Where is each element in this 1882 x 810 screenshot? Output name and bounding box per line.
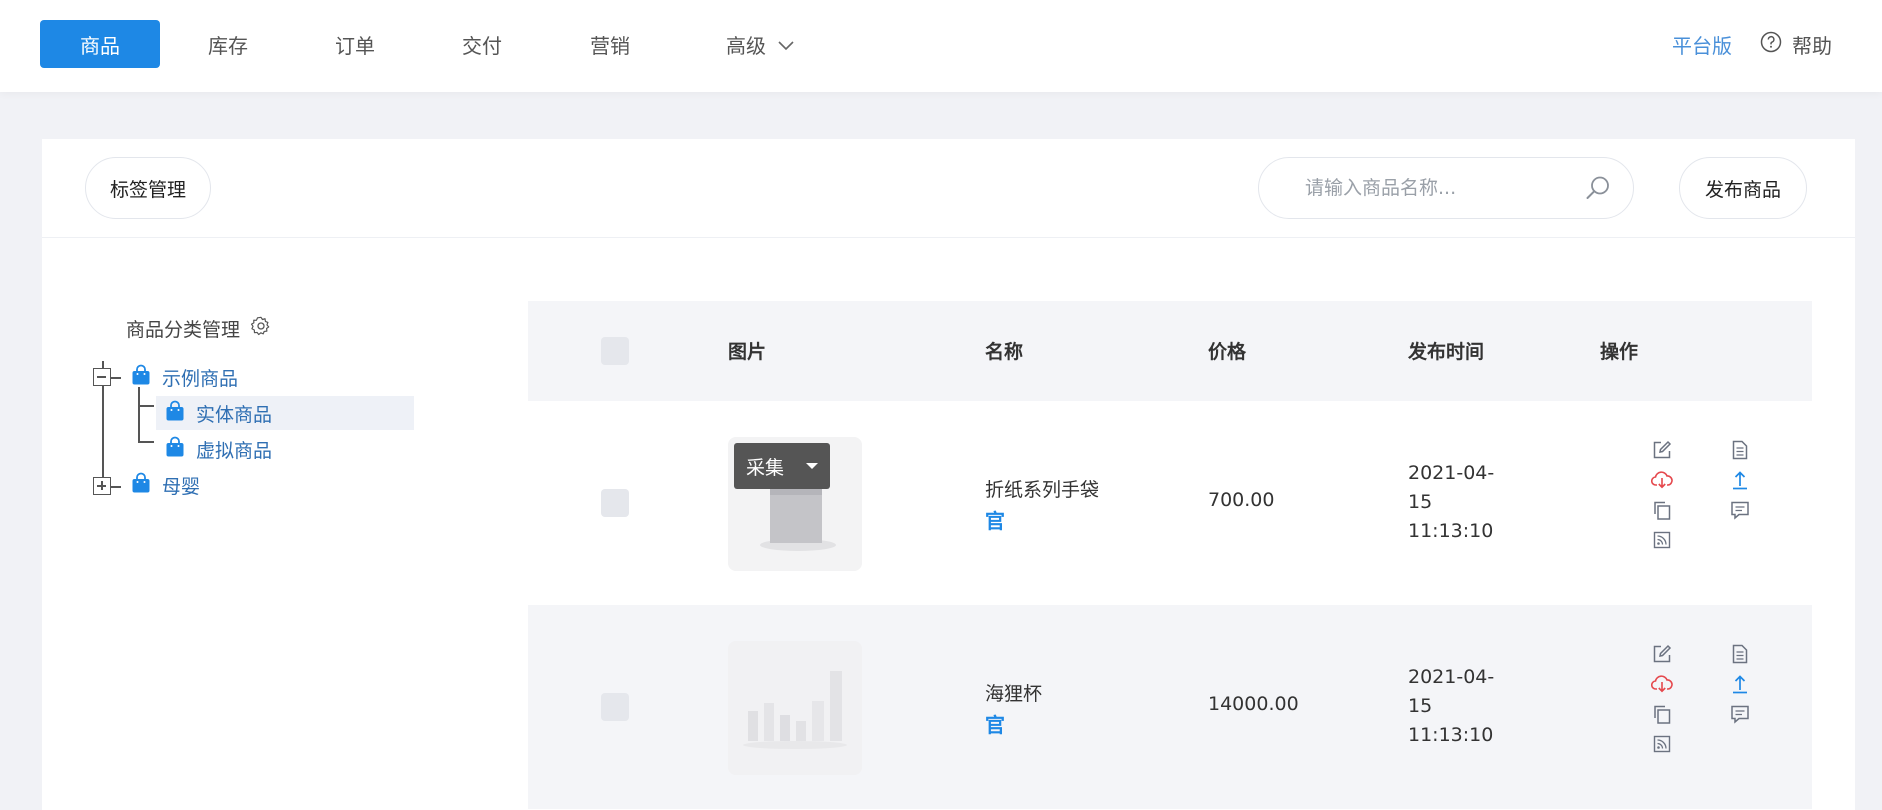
tree-node-label: 示例商品 <box>162 367 239 390</box>
category-tree-title-label: 商品分类管理 <box>126 319 241 341</box>
edit-icon[interactable] <box>1651 643 1673 665</box>
tab-marketing[interactable]: 营销 <box>570 20 650 68</box>
tree-connector <box>111 486 121 488</box>
help-circle-icon <box>1760 31 1792 58</box>
publish-time-date: 2021-04- <box>1408 462 1495 484</box>
shopping-bag-icon <box>164 400 186 427</box>
product-name[interactable]: 折纸系列手袋 <box>985 475 1099 502</box>
column-header-price: 价格 <box>1208 341 1247 363</box>
product-price: 700.00 <box>1208 489 1275 511</box>
tree-node-label: 实体商品 <box>196 403 273 426</box>
document-icon[interactable] <box>1729 439 1751 461</box>
rss-icon[interactable] <box>1651 733 1673 755</box>
publish-time-date: 2021-04- <box>1408 666 1495 688</box>
shopping-bag-icon <box>130 364 152 391</box>
search-input[interactable] <box>1305 177 1585 199</box>
platform-edition-link[interactable]: 平台版 <box>1672 30 1732 59</box>
toolbar: 标签管理 发布商品 <box>42 139 1855 238</box>
table-header: 图片 名称 价格 发布时间 操作 <box>528 301 1812 401</box>
main-card: 标签管理 发布商品 商品分类管理 示例商品 实体商品 <box>42 139 1855 810</box>
collect-label: 采集 <box>746 456 785 479</box>
tree-connector <box>138 387 140 441</box>
product-image[interactable] <box>728 641 862 775</box>
edit-icon[interactable] <box>1651 439 1673 461</box>
shopping-bag-icon <box>164 436 186 463</box>
tree-connector <box>111 377 121 379</box>
select-all-checkbox[interactable] <box>601 337 629 365</box>
column-header-image: 图片 <box>728 341 767 363</box>
publish-time-day: 15 <box>1408 491 1433 513</box>
tab-advanced-label: 高级 <box>726 33 766 58</box>
tree-connector <box>138 441 154 443</box>
tab-products[interactable]: 商品 <box>40 20 160 68</box>
tab-orders[interactable]: 订单 <box>315 20 395 68</box>
tree-node-label: 虚拟商品 <box>196 439 273 462</box>
gear-icon[interactable] <box>240 315 272 342</box>
tag-management-button[interactable]: 标签管理 <box>85 157 211 219</box>
product-price: 14000.00 <box>1208 693 1299 715</box>
column-header-name: 名称 <box>985 341 1024 363</box>
publish-time: 2021-04- 15 11:13:10 <box>1408 663 1494 750</box>
tab-inventory[interactable]: 库存 <box>188 20 268 68</box>
tree-node-physical-products[interactable]: 实体商品 <box>156 396 414 430</box>
rss-icon[interactable] <box>1651 529 1673 551</box>
cloud-download-icon[interactable] <box>1651 469 1673 491</box>
product-name[interactable]: 海狸杯 <box>985 679 1042 706</box>
document-icon[interactable] <box>1729 643 1751 665</box>
publish-time-clock: 11:13:10 <box>1408 520 1494 542</box>
comment-icon[interactable] <box>1729 703 1751 725</box>
caret-down-icon <box>806 463 818 469</box>
tree-connector <box>138 405 154 407</box>
copy-icon[interactable] <box>1651 703 1673 725</box>
chevron-down-icon <box>778 32 794 56</box>
publish-time-clock: 11:13:10 <box>1408 724 1494 746</box>
tab-advanced[interactable]: 高级 <box>710 20 810 68</box>
tree-expand-toggle[interactable] <box>93 477 111 495</box>
search-icon[interactable] <box>1585 175 1611 201</box>
row-checkbox[interactable] <box>601 489 629 517</box>
tree-node-mother-baby[interactable]: 母婴 <box>122 468 200 502</box>
tab-delivery[interactable]: 交付 <box>442 20 522 68</box>
top-navigation: 商品 库存 订单 交付 营销 高级 平台版 帮助 <box>0 0 1882 92</box>
search-bar <box>1258 157 1634 219</box>
official-badge: 官 <box>985 713 1005 737</box>
row-checkbox[interactable] <box>601 693 629 721</box>
comment-icon[interactable] <box>1729 499 1751 521</box>
tree-node-example-products[interactable]: 示例商品 <box>122 360 238 394</box>
publish-time-day: 15 <box>1408 695 1433 717</box>
publish-time: 2021-04- 15 11:13:10 <box>1408 459 1494 546</box>
help-link[interactable]: 帮助 <box>1760 30 1832 59</box>
collect-dropdown-button[interactable]: 采集 <box>734 443 830 489</box>
upload-icon[interactable] <box>1729 469 1751 491</box>
product-table: 图片 名称 价格 发布时间 操作 采集 折纸系列手袋 官 700.00 2021… <box>528 301 1812 809</box>
column-header-actions: 操作 <box>1600 341 1639 363</box>
shopping-bag-icon <box>130 472 152 499</box>
tree-collapse-toggle[interactable] <box>93 368 111 386</box>
category-tree-title: 商品分类管理 <box>126 315 272 342</box>
column-header-publish-time: 发布时间 <box>1408 341 1485 363</box>
cloud-download-icon[interactable] <box>1651 673 1673 695</box>
upload-icon[interactable] <box>1729 673 1751 695</box>
help-label: 帮助 <box>1792 34 1832 58</box>
tree-node-label: 母婴 <box>162 475 201 498</box>
official-badge: 官 <box>985 509 1005 533</box>
tree-node-virtual-products[interactable]: 虚拟商品 <box>156 432 272 466</box>
copy-icon[interactable] <box>1651 499 1673 521</box>
table-row: 采集 折纸系列手袋 官 700.00 2021-04- 15 11:13:10 <box>528 401 1812 605</box>
publish-product-button[interactable]: 发布商品 <box>1679 157 1807 219</box>
table-row: 海狸杯 官 14000.00 2021-04- 15 11:13:10 <box>528 605 1812 809</box>
